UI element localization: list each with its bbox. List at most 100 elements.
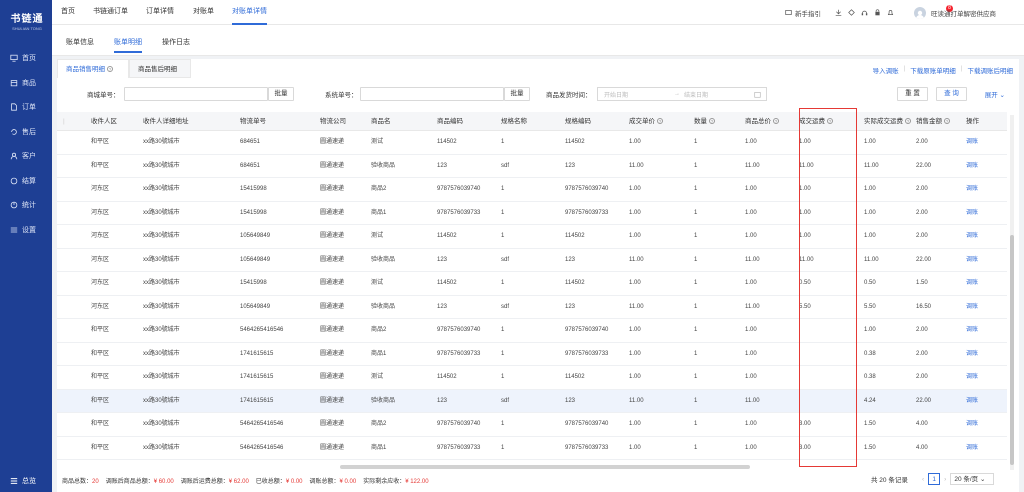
column-header-label: 规格编码 bbox=[565, 118, 591, 125]
column-header-label: 销售金额 bbox=[916, 118, 942, 125]
adjust-link[interactable]: 调账 bbox=[966, 178, 978, 201]
subtab-bill-info[interactable]: 账单信息 bbox=[66, 37, 94, 47]
ship-date-range[interactable]: 开始日期 → 结束日期 bbox=[597, 87, 767, 101]
table-cell: 1 bbox=[694, 397, 698, 404]
system-no-input[interactable] bbox=[360, 87, 504, 101]
table-cell: 11.00 bbox=[745, 256, 760, 263]
adjust-link[interactable]: 调账 bbox=[966, 155, 978, 178]
table-cell: 圆通速递 bbox=[320, 233, 345, 239]
adjust-link[interactable]: 调账 bbox=[966, 131, 978, 154]
sidebar-item-7[interactable]: 设置 bbox=[0, 218, 52, 243]
tab-sales-detail[interactable]: 商品销售明细? bbox=[57, 59, 129, 78]
lock-icon[interactable] bbox=[874, 9, 881, 16]
diamond-icon[interactable] bbox=[848, 9, 855, 16]
table-cell: 5.50 bbox=[799, 303, 811, 310]
sidebar-item-3[interactable]: 售后 bbox=[0, 120, 52, 145]
sidebar-item-0[interactable]: 首页 bbox=[0, 46, 52, 71]
guide-link[interactable]: 新手指引 bbox=[785, 0, 821, 25]
adjust-link[interactable]: 调账 bbox=[966, 437, 978, 460]
tab-shulian-orders[interactable]: 书链通订单 bbox=[93, 0, 128, 25]
table-cell: 1.00 bbox=[745, 444, 757, 451]
table-cell: 114502 bbox=[437, 139, 457, 145]
avatar bbox=[914, 6, 926, 19]
sidebar-item-5[interactable]: 结算 bbox=[0, 169, 52, 194]
table-cell: 9787576039740 bbox=[437, 327, 481, 333]
table-cell: 1.00 bbox=[799, 209, 811, 216]
adjust-link[interactable]: 调账 bbox=[966, 319, 978, 342]
tab-aftersale-detail[interactable]: 商品售后明细 bbox=[129, 59, 191, 78]
adjust-link[interactable]: 调账 bbox=[966, 366, 978, 389]
table-cell: 和平区 bbox=[91, 444, 110, 451]
prev-page-icon[interactable]: ‹ bbox=[922, 476, 924, 483]
top-tab-bar: 首页 书链通订单 订单详情 对账单 对账单详情 新手指引 8 旺读通打单解密供应… bbox=[52, 0, 1024, 25]
table-cell: 圆通速递 bbox=[320, 256, 345, 263]
app-logo[interactable]: 书链通 SHULIAN TONG bbox=[8, 10, 46, 31]
sidebar-item-label: 订单 bbox=[22, 104, 36, 112]
adjust-link[interactable]: 调账 bbox=[966, 390, 978, 413]
vertical-scrollbar[interactable] bbox=[1010, 115, 1014, 470]
sidebar-item-label: 首页 bbox=[22, 55, 36, 63]
adjust-link[interactable]: 调账 bbox=[966, 225, 978, 248]
ship-time-label: 商品发货时间： bbox=[546, 92, 592, 99]
column-header-label: 商品名 bbox=[371, 118, 391, 125]
table-cell: 和平区 bbox=[91, 139, 110, 145]
next-page-icon[interactable]: › bbox=[944, 476, 946, 483]
order-batch-button[interactable]: 批量 bbox=[268, 87, 294, 101]
import-adjust-link[interactable]: 导入调账 bbox=[873, 65, 899, 75]
subtab-bill-detail[interactable]: 账单明细 bbox=[114, 37, 142, 53]
order-no-input[interactable] bbox=[124, 87, 268, 101]
help-icon: ? bbox=[107, 66, 113, 73]
tab-statement[interactable]: 对账单 bbox=[193, 0, 214, 25]
table-cell: xx路30號城市 bbox=[143, 444, 180, 451]
overview-button[interactable]: 总览 bbox=[0, 474, 52, 488]
vertical-scroll-thumb[interactable] bbox=[1010, 235, 1014, 465]
sidebar-item-4[interactable]: 客户 bbox=[0, 144, 52, 169]
table-cell: 1 bbox=[501, 444, 505, 451]
tab-home[interactable]: 首页 bbox=[61, 0, 75, 25]
table-cell: 河东区 bbox=[91, 209, 110, 216]
table-cell: 1 bbox=[694, 374, 698, 380]
tab-order-detail[interactable]: 订单详情 bbox=[146, 0, 174, 25]
headset-icon[interactable] bbox=[861, 9, 868, 16]
table-cell: 9787576039740 bbox=[437, 186, 481, 192]
sidebar-item-2[interactable]: 订单 bbox=[0, 95, 52, 120]
table-cell: 15415998 bbox=[240, 209, 267, 216]
table-cell: 1.00 bbox=[629, 139, 641, 145]
horizontal-scrollbar[interactable] bbox=[340, 465, 750, 469]
expand-toggle[interactable]: 展开 ⌄ bbox=[985, 89, 1005, 99]
table-cell: 22.00 bbox=[916, 397, 932, 404]
summary-label: 已收总额： bbox=[255, 479, 286, 485]
sidebar-item-6[interactable]: 统计 bbox=[0, 193, 52, 218]
table-cell: 2.00 bbox=[916, 186, 928, 192]
table-cell: xx路30號城市 bbox=[143, 303, 180, 310]
adjust-link[interactable]: 调账 bbox=[966, 413, 978, 436]
table-cell: 1.00 bbox=[864, 209, 876, 216]
adjust-link[interactable]: 调账 bbox=[966, 296, 978, 319]
reset-button[interactable]: 重 置 bbox=[897, 87, 928, 101]
adjust-link[interactable]: 调账 bbox=[966, 202, 978, 225]
page-size-select[interactable]: 20 条/页 ⌄ bbox=[950, 473, 995, 485]
table-cell: 1.00 bbox=[629, 374, 641, 380]
table-cell: 0.50 bbox=[864, 280, 876, 286]
table-cell: 22.00 bbox=[916, 162, 932, 169]
table-cell: 商品2 bbox=[371, 327, 387, 333]
download-adjusted-link[interactable]: 下载调账后明细 bbox=[968, 65, 1014, 75]
adjust-link[interactable]: 调账 bbox=[966, 272, 978, 295]
column-header: 收件人详细地址 bbox=[143, 112, 189, 131]
page-1[interactable]: 1 bbox=[928, 473, 941, 485]
download-icon[interactable] bbox=[835, 9, 842, 16]
adjust-link[interactable]: 调账 bbox=[966, 343, 978, 366]
column-header: 销售金额? bbox=[916, 112, 950, 131]
tab-statement-detail[interactable]: 对账单详情 bbox=[232, 0, 267, 25]
bell-icon[interactable] bbox=[887, 9, 894, 16]
download-original-link[interactable]: 下载原账单明细 bbox=[910, 65, 956, 75]
table-cell: 1.00 bbox=[799, 186, 811, 192]
sidebar-item-1[interactable]: 商品 bbox=[0, 71, 52, 96]
user-menu[interactable]: 旺读通打单解密供应商 bbox=[914, 0, 996, 25]
system-batch-button[interactable]: 批量 bbox=[504, 87, 530, 101]
adjust-link[interactable]: 调账 bbox=[966, 249, 978, 272]
table-cell: 和平区 bbox=[91, 421, 110, 427]
query-button[interactable]: 查 询 bbox=[936, 87, 967, 101]
subtab-operation-log[interactable]: 操作日志 bbox=[162, 37, 190, 47]
table-cell: 2.00 bbox=[916, 350, 928, 357]
